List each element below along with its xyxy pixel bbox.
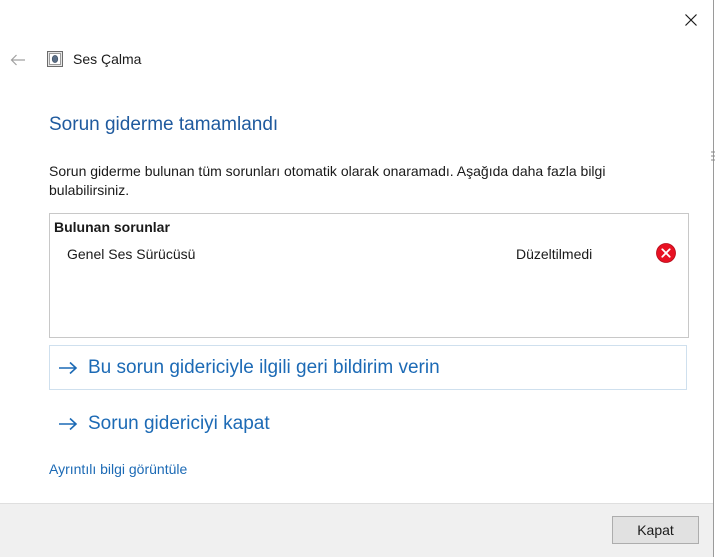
problem-name: Genel Ses Sürücüsü (67, 246, 196, 262)
arrow-left-icon (10, 54, 25, 66)
troubleshooter-window: Ses Çalma Sorun giderme tamamlandı Sorun… (0, 0, 714, 557)
speaker-app-icon (47, 51, 63, 67)
arrow-right-icon (58, 360, 80, 376)
window-close-button[interactable] (668, 0, 714, 40)
close-troubleshooter-link[interactable]: Sorun gidericiyi kapat (49, 401, 687, 446)
close-icon (685, 14, 697, 26)
feedback-link[interactable]: Bu sorun gidericiyle ilgili geri bildiri… (49, 345, 687, 390)
problem-status: Düzeltilmedi (516, 246, 593, 262)
description-text: Sorun giderme bulunan tüm sorunları otom… (49, 163, 606, 198)
window-title: Ses Çalma (73, 51, 142, 67)
back-button[interactable] (4, 48, 32, 72)
page-title: Sorun giderme tamamlandı (49, 114, 279, 135)
close-button[interactable]: Kapat (612, 516, 699, 544)
feedback-link-label: Bu sorun gidericiyle ilgili geri bildiri… (88, 356, 440, 378)
problems-header: Bulunan sorunlar (54, 219, 170, 235)
view-details-link[interactable]: Ayrıntılı bilgi görüntüle (49, 461, 187, 477)
arrow-right-icon (58, 416, 80, 432)
error-x-icon (656, 243, 676, 263)
footer-bar: Kapat (0, 503, 713, 557)
problems-list: Bulunan sorunlar Genel Ses Sürücüsü Düze… (49, 213, 689, 338)
close-troubleshooter-label: Sorun gidericiyi kapat (88, 412, 270, 434)
resize-grip-icon (711, 151, 715, 161)
